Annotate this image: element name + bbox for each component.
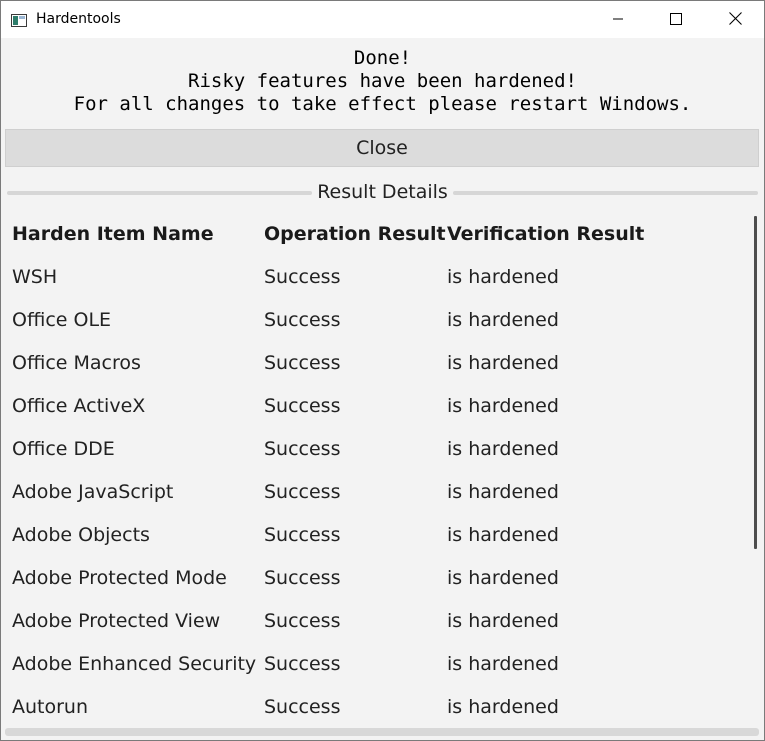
table-header-row: Harden Item Name Operation Result Verifi… (1, 213, 753, 256)
table-row: Adobe JavaScript Success is hardened (1, 471, 753, 514)
verification-result: is hardened (447, 610, 559, 632)
item-name: Adobe Objects (12, 524, 150, 546)
item-name: Adobe Protected Mode (12, 567, 227, 589)
operation-result: Success (264, 481, 341, 503)
item-name: WSH (12, 266, 58, 288)
horizontal-scrollbar[interactable] (5, 728, 759, 736)
status-line-hardened: Risky features have been hardened! (188, 70, 577, 92)
table-row: Adobe Protected Mode Success is hardened (1, 557, 753, 600)
table-row: Adobe Enhanced Security Success is harde… (1, 643, 753, 686)
item-name: Adobe JavaScript (12, 481, 174, 503)
table-row: Office Macros Success is hardened (1, 342, 753, 385)
verification-result: is hardened (447, 481, 559, 503)
title-bar[interactable]: Hardentools (1, 1, 764, 38)
table-row: Adobe Protected View Success is hardened (1, 600, 753, 643)
table-row: WSH Success is hardened (1, 256, 753, 299)
item-name: Office Macros (12, 352, 141, 374)
verification-result: is hardened (447, 696, 559, 718)
operation-result: Success (264, 438, 341, 460)
window-app-icon (11, 12, 27, 27)
item-name: Office OLE (12, 309, 112, 331)
operation-result: Success (264, 696, 341, 718)
verification-result: is hardened (447, 266, 559, 288)
verification-result: is hardened (447, 524, 559, 546)
verification-result: is hardened (447, 352, 559, 374)
verification-result: is hardened (447, 653, 559, 675)
results-table[interactable]: Harden Item Name Operation Result Verifi… (1, 213, 753, 725)
status-message: Done! Risky features have been hardened! F… (1, 47, 764, 116)
close-button[interactable]: Close (5, 129, 759, 167)
table-row: Adobe Objects Success is hardened (1, 514, 753, 557)
column-header-verification-result: Verification Result (447, 223, 645, 245)
operation-result: Success (264, 524, 341, 546)
window-title: Hardentools (36, 11, 121, 27)
vertical-scrollbar[interactable] (754, 216, 757, 549)
column-header-operation-result: Operation Result (264, 223, 446, 245)
minimize-button[interactable] (589, 1, 647, 38)
operation-result: Success (264, 610, 341, 632)
verification-result: is hardened (447, 567, 559, 589)
verification-result: is hardened (447, 395, 559, 417)
close-icon (728, 10, 742, 29)
operation-result: Success (264, 309, 341, 331)
close-window-button[interactable] (706, 1, 764, 38)
item-name: Office ActiveX (12, 395, 146, 417)
column-header-item-name: Harden Item Name (12, 223, 214, 245)
maximize-icon (670, 10, 682, 29)
operation-result: Success (264, 266, 341, 288)
operation-result: Success (264, 352, 341, 374)
operation-result: Success (264, 653, 341, 675)
operation-result: Success (264, 567, 341, 589)
item-name: Autorun (12, 696, 89, 718)
item-name: Adobe Protected View (12, 610, 221, 632)
table-row: Office DDE Success is hardened (1, 428, 753, 471)
separator-line-right (453, 191, 758, 195)
result-details-separator: Result Details (7, 181, 758, 203)
verification-result: is hardened (447, 438, 559, 460)
item-name: Office DDE (12, 438, 115, 460)
table-row: Office OLE Success is hardened (1, 299, 753, 342)
operation-result: Success (264, 395, 341, 417)
maximize-button[interactable] (647, 1, 705, 38)
verification-result: is hardened (447, 309, 559, 331)
item-name: Adobe Enhanced Security (12, 653, 257, 675)
status-line-done: Done! (353, 47, 412, 69)
hardentools-window: Hardentools Done! Risky features have be… (0, 0, 765, 741)
status-line-restart: For all changes to take effect please re… (73, 93, 692, 115)
table-row: Autorun Success is hardened (1, 686, 753, 725)
table-row: Office ActiveX Success is hardened (1, 385, 753, 428)
minimize-icon (612, 10, 624, 29)
